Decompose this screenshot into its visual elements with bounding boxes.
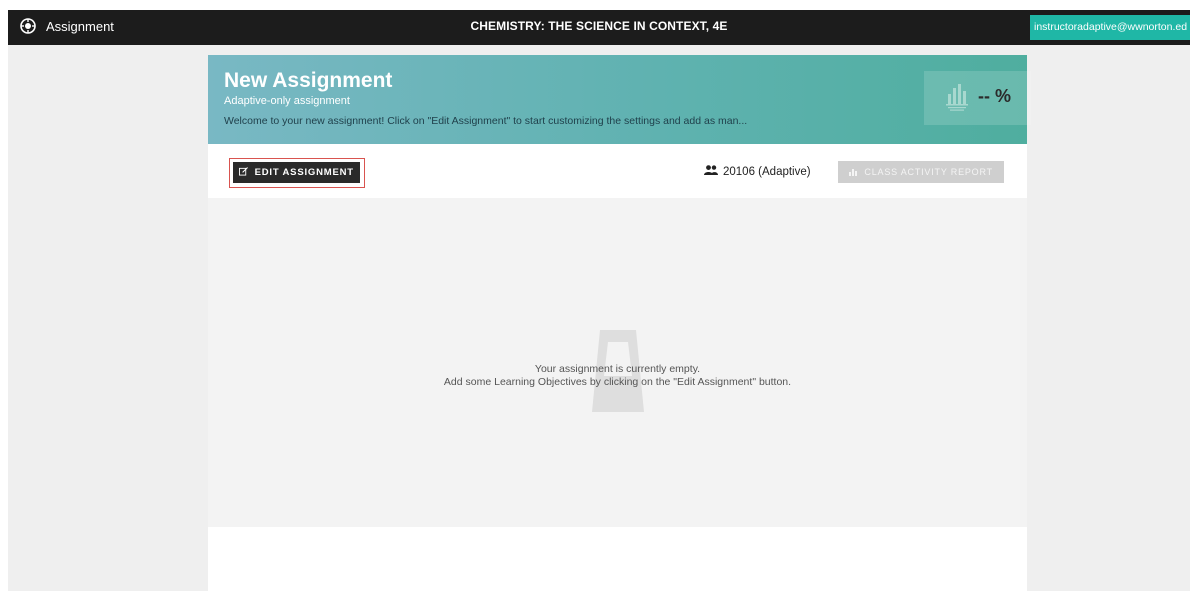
empty-state-message: Your assignment is currently empty. Add … xyxy=(208,363,1027,389)
class-activity-report-button[interactable]: CLASS ACTIVITY REPORT xyxy=(838,161,1004,183)
empty-state-line-2: Add some Learning Objectives by clicking… xyxy=(443,376,792,388)
edit-icon xyxy=(239,167,254,178)
assignment-card: New Assignment Adaptive-only assignment … xyxy=(208,55,1031,591)
class-section-label: 20106 (Adaptive) xyxy=(723,166,811,179)
course-title: CHEMISTRY: THE SCIENCE IN CONTEXT, 4E xyxy=(470,19,728,33)
class-activity-report-label: CLASS ACTIVITY REPORT xyxy=(864,167,993,177)
average-score-widget: -- % xyxy=(924,71,1031,125)
app-frame: Assignment CHEMISTRY: THE SCIENCE IN CON… xyxy=(8,10,1190,591)
assignment-title: New Assignment xyxy=(224,69,393,92)
assignment-banner: New Assignment Adaptive-only assignment … xyxy=(208,55,1031,144)
assignment-description: Welcome to your new assignment! Click on… xyxy=(224,115,748,127)
bar-chart-icon xyxy=(849,167,864,177)
average-score-value: -- % xyxy=(978,86,1011,106)
average-score-bar-chart-icon xyxy=(946,82,970,112)
people-icon xyxy=(704,162,718,182)
assignment-subtitle: Adaptive-only assignment xyxy=(224,95,350,107)
empty-assignment-area: Your assignment is currently empty. Add … xyxy=(208,198,1027,527)
user-account-button[interactable]: instructoradaptive@wwnorton.ed xyxy=(1030,15,1190,40)
edit-assignment-button[interactable]: EDIT ASSIGNMENT xyxy=(233,162,360,183)
class-section-info: 20106 (Adaptive) xyxy=(704,162,811,182)
empty-state-line-1: Your assignment is currently empty. xyxy=(534,363,701,375)
edit-assignment-label: EDIT ASSIGNMENT xyxy=(254,167,354,178)
edit-assignment-highlight: EDIT ASSIGNMENT xyxy=(229,158,365,188)
top-navigation-bar: Assignment CHEMISTRY: THE SCIENCE IN CON… xyxy=(8,10,1190,45)
assignment-actions-bar: EDIT ASSIGNMENT 20106 (Adaptive) CLASS A… xyxy=(208,144,1027,198)
